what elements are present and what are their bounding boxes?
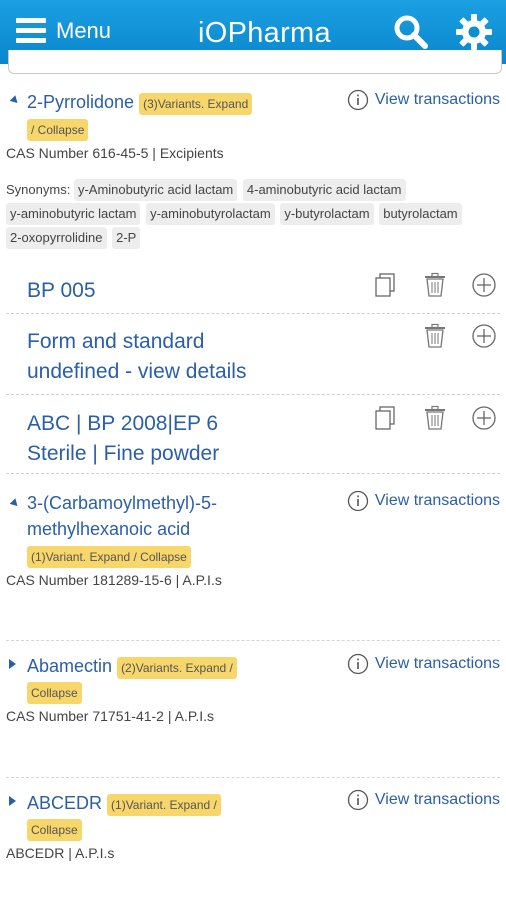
variants-toggle-badge-cont[interactable]: Collapse [27, 819, 82, 841]
product-name-line2: methylhexanoic acid [27, 519, 191, 539]
search-bar[interactable] [8, 50, 502, 74]
gear-icon[interactable] [455, 13, 493, 51]
divider [6, 313, 500, 314]
product-name[interactable]: 3-(Carbamoylmethyl)-5- methylhexanoic ac… [27, 490, 327, 542]
variant-title-line1: ABC | BP 2008|EP 6 [27, 412, 219, 435]
variant-title-line1: Form and standard [27, 330, 205, 353]
view-transactions-link[interactable]: View transactions [347, 89, 500, 111]
variant-title[interactable]: BP 005 [27, 276, 96, 306]
synonym-tag: y-Aminobutyric acid lactam [73, 179, 238, 201]
plus-circle-icon[interactable] [471, 272, 497, 298]
divider [6, 394, 500, 395]
synonym-tag: y-butyrolactam [280, 203, 374, 225]
app-logo: iOPharma [198, 17, 331, 49]
variants-toggle-badge[interactable]: (1)Variant. Expand / Collapse [27, 546, 191, 568]
product-name[interactable]: ABCEDR [27, 793, 102, 813]
view-transactions-label[interactable]: View transactions [375, 91, 500, 109]
cas-number: CAS Number 71751-41-2 | A.P.I.s [6, 708, 215, 724]
variant-title-line2: undefined - view details [27, 360, 247, 383]
trash-icon[interactable] [422, 272, 448, 298]
product-name[interactable]: Abamectin [27, 656, 112, 676]
variant-title-line2: Sterile | Fine powder [27, 442, 220, 465]
info-icon [347, 490, 369, 512]
menu-button-label[interactable]: Menu [56, 18, 111, 44]
expand-arrow-icon[interactable] [9, 796, 16, 806]
cas-number: CAS Number 616-45-5 | Excipients [6, 145, 224, 161]
collapse-arrow-icon[interactable] [9, 95, 21, 106]
synonym-tag: y-aminobutyrolactam [146, 203, 275, 225]
view-transactions-label[interactable]: View transactions [375, 492, 500, 510]
divider [6, 473, 500, 474]
synonyms-list: Synonyms: y-Aminobutyric acid lactam 4-a… [6, 178, 500, 250]
hamburger-icon[interactable] [16, 18, 46, 44]
synonym-tag: 4-aminobutyric acid lactam [242, 179, 406, 201]
view-transactions-label[interactable]: View transactions [375, 655, 500, 673]
info-icon [347, 653, 369, 675]
cas-number: ABCEDR | A.P.I.s [6, 845, 115, 861]
variants-toggle-badge-cont[interactable]: Collapse [27, 682, 82, 704]
variants-toggle-badge[interactable]: (1)Variant. Expand / [107, 794, 221, 816]
variants-toggle-badge[interactable]: (2)Variants. Expand / [117, 657, 237, 679]
synonym-tag: 2-oxopyrrolidine [6, 227, 107, 249]
variant-title[interactable]: Form and standard undefined - view detai… [27, 327, 246, 387]
info-icon [347, 89, 369, 111]
variants-toggle-badge[interactable]: (3)Variants. Expand [139, 93, 253, 115]
synonym-tag: 2-P [112, 227, 141, 249]
copy-icon[interactable] [373, 272, 399, 298]
trash-icon[interactable] [422, 405, 448, 431]
expand-arrow-icon[interactable] [9, 659, 16, 669]
plus-circle-icon[interactable] [471, 323, 497, 349]
variants-toggle-badge-cont[interactable]: / Collapse [27, 119, 89, 141]
plus-circle-icon[interactable] [471, 405, 497, 431]
synonym-tag: y-aminobutyric lactam [6, 203, 141, 225]
view-transactions-link[interactable]: View transactions [347, 490, 500, 512]
view-transactions-link[interactable]: View transactions [347, 789, 500, 811]
trash-icon[interactable] [422, 323, 448, 349]
cas-number: CAS Number 181289-15-6 | A.P.I.s [6, 572, 222, 588]
product-name[interactable]: 2-Pyrrolidone [27, 92, 134, 112]
synonyms-label: Synonyms: [6, 182, 71, 197]
divider [6, 640, 500, 641]
divider [6, 777, 500, 778]
product-name-line1: 3-(Carbamoylmethyl)-5- [27, 493, 218, 513]
synonym-tag: butyrolactam [379, 203, 462, 225]
search-icon[interactable] [393, 14, 429, 50]
copy-icon[interactable] [373, 405, 399, 431]
view-transactions-link[interactable]: View transactions [347, 653, 500, 675]
collapse-arrow-icon[interactable] [9, 498, 21, 509]
view-transactions-label[interactable]: View transactions [375, 791, 500, 809]
variant-title[interactable]: ABC | BP 2008|EP 6 Sterile | Fine powder [27, 409, 219, 469]
info-icon [347, 789, 369, 811]
